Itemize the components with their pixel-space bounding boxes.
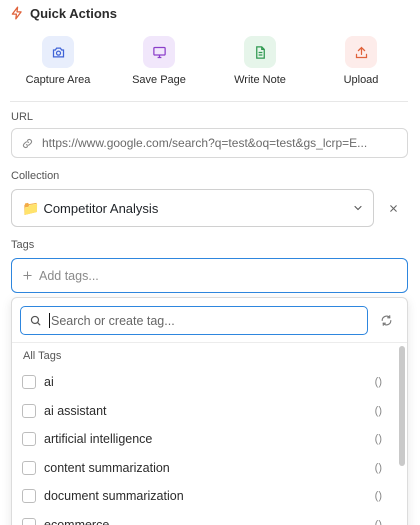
tag-checkbox[interactable] — [22, 432, 36, 447]
tag-count: () — [374, 376, 382, 389]
chevron-down-icon — [343, 202, 373, 214]
tag-name: document summarization — [44, 489, 184, 504]
quick-actions-bar: Capture Area Save Page Write Note Upload — [0, 36, 420, 90]
lightning-icon — [10, 6, 24, 20]
folder-icon: 📁 — [22, 199, 40, 216]
document-icon — [244, 36, 276, 68]
collection-select[interactable]: 📁 Competitor Analysis — [11, 189, 374, 227]
monitor-icon — [143, 36, 175, 68]
tag-count: () — [374, 490, 382, 503]
tag-dropdown: All Tags ai () ai assistant () artificia… — [11, 297, 408, 525]
url-value: https://www.google.com/search?q=test&oq=… — [42, 136, 368, 150]
tag-name: ai — [44, 375, 54, 390]
section-divider — [10, 101, 408, 102]
tag-checkbox[interactable] — [22, 375, 36, 390]
url-field[interactable]: https://www.google.com/search?q=test&oq=… — [11, 128, 408, 158]
close-icon — [389, 204, 397, 212]
refresh-icon — [381, 314, 391, 326]
tag-count: () — [374, 433, 382, 446]
tag-search-box[interactable] — [20, 306, 368, 335]
upload-button[interactable]: Upload — [316, 36, 406, 86]
upload-icon — [345, 36, 377, 68]
tag-option-ai[interactable]: ai () — [12, 368, 402, 397]
tag-name: ai assistant — [44, 403, 107, 418]
write-note-label: Write Note — [234, 74, 286, 86]
text-caret — [49, 313, 50, 328]
tag-count: () — [374, 404, 382, 417]
tag-option-document-summarization[interactable]: document summarization () — [12, 482, 402, 511]
collection-value: Competitor Analysis — [43, 200, 159, 216]
save-page-label: Save Page — [132, 74, 186, 86]
dropdown-divider — [12, 342, 407, 343]
quick-actions-header: Quick Actions — [10, 4, 117, 22]
upload-label: Upload — [343, 74, 379, 86]
url-label: URL — [11, 111, 34, 123]
link-icon — [12, 137, 42, 150]
tag-checkbox[interactable] — [22, 460, 36, 475]
tag-name: artificial intelligence — [44, 432, 153, 447]
tag-name: content summarization — [44, 460, 170, 475]
tag-search-input[interactable] — [51, 313, 351, 328]
plus-icon — [20, 270, 34, 281]
capture-area-label: Capture Area — [25, 74, 91, 86]
tag-option-content-summarization[interactable]: content summarization () — [12, 454, 402, 483]
all-tags-label: All Tags — [23, 350, 62, 362]
camera-icon — [42, 36, 74, 68]
tag-name: ecommerce — [44, 517, 110, 525]
tag-count: () — [374, 461, 382, 474]
tag-option-ai-assistant[interactable]: ai assistant () — [12, 397, 402, 426]
tag-checkbox[interactable] — [22, 489, 36, 504]
tag-option-artificial-intelligence[interactable]: artificial intelligence () — [12, 425, 402, 454]
quick-actions-title: Quick Actions — [30, 5, 117, 21]
write-note-button[interactable]: Write Note — [215, 36, 305, 86]
tag-checkbox[interactable] — [22, 517, 36, 525]
clear-collection-button[interactable] — [384, 199, 402, 217]
tag-list: ai () ai assistant () artificial intelli… — [12, 368, 402, 525]
collection-label: Collection — [11, 170, 60, 182]
tag-count: () — [374, 518, 382, 525]
search-icon — [29, 314, 43, 327]
capture-area-button[interactable]: Capture Area — [13, 36, 103, 86]
tag-option-ecommerce[interactable]: ecommerce () — [12, 511, 402, 525]
refresh-tags-button[interactable] — [378, 312, 394, 328]
save-page-button[interactable]: Save Page — [114, 36, 204, 86]
tags-placeholder: Add tags... — [39, 268, 99, 283]
tags-input[interactable]: Add tags... — [11, 258, 408, 293]
tags-label: Tags — [11, 239, 35, 251]
tag-checkbox[interactable] — [22, 403, 36, 418]
